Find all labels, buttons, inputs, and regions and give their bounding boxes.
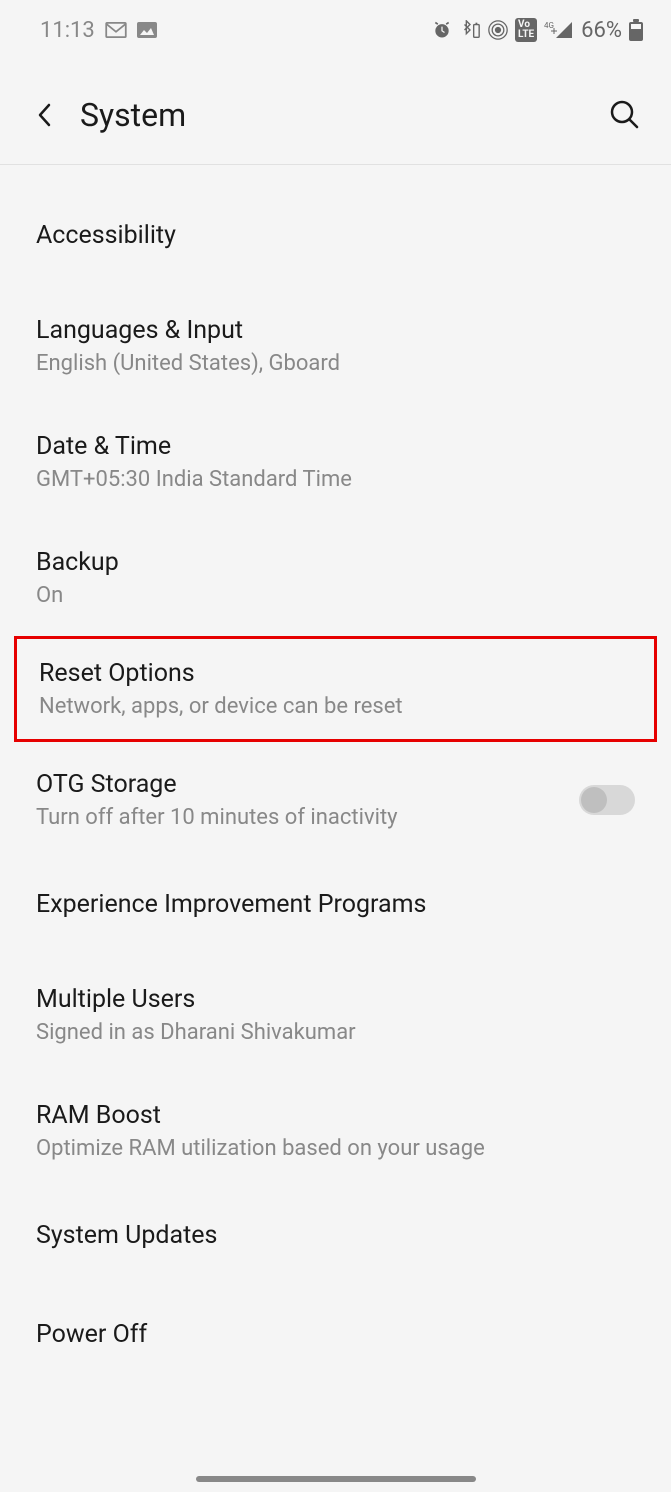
settings-list: Accessibility Languages & Input English … bbox=[0, 165, 671, 1387]
setting-backup[interactable]: Backup On bbox=[0, 520, 671, 636]
setting-ram-boost[interactable]: RAM Boost Optimize RAM utilization based… bbox=[0, 1073, 671, 1189]
setting-accessibility[interactable]: Accessibility bbox=[0, 165, 671, 288]
setting-title: System Updates bbox=[36, 1221, 635, 1250]
back-button[interactable] bbox=[30, 101, 58, 129]
page-header: System bbox=[0, 56, 671, 165]
status-right: VoLTE 4G 66% bbox=[432, 18, 643, 43]
setting-subtitle: Network, apps, or device can be reset bbox=[39, 694, 632, 719]
search-button[interactable] bbox=[609, 99, 641, 131]
setting-multiple-users[interactable]: Multiple Users Signed in as Dharani Shiv… bbox=[0, 957, 671, 1073]
setting-languages[interactable]: Languages & Input English (United States… bbox=[0, 288, 671, 404]
bluetooth-battery-icon bbox=[459, 20, 481, 40]
setting-title: OTG Storage bbox=[36, 770, 559, 799]
setting-title: Languages & Input bbox=[36, 316, 635, 345]
signal-icon: 4G bbox=[544, 20, 574, 40]
setting-subtitle: English (United States), Gboard bbox=[36, 351, 635, 376]
setting-subtitle: Optimize RAM utilization based on your u… bbox=[36, 1136, 635, 1161]
battery-percent: 66% bbox=[581, 18, 622, 43]
setting-power-off[interactable]: Power Off bbox=[0, 1288, 671, 1387]
page-title: System bbox=[80, 96, 609, 134]
setting-experience-programs[interactable]: Experience Improvement Programs bbox=[0, 858, 671, 957]
photos-icon bbox=[137, 22, 157, 38]
nav-indicator[interactable] bbox=[196, 1476, 476, 1482]
alarm-icon bbox=[432, 20, 452, 40]
setting-title: Backup bbox=[36, 548, 635, 577]
volte-icon: VoLTE bbox=[515, 18, 537, 42]
status-time: 11:13 bbox=[40, 18, 95, 43]
status-bar: 11:13 VoLTE 4G 66% bbox=[0, 0, 671, 56]
setting-reset-options[interactable]: Reset Options Network, apps, or device c… bbox=[14, 636, 657, 742]
setting-subtitle: GMT+05:30 India Standard Time bbox=[36, 467, 635, 492]
setting-system-updates[interactable]: System Updates bbox=[0, 1189, 671, 1288]
setting-otg-storage[interactable]: OTG Storage Turn off after 10 minutes of… bbox=[0, 742, 671, 858]
battery-icon bbox=[629, 19, 643, 41]
otg-toggle[interactable] bbox=[579, 785, 635, 815]
toggle-knob bbox=[581, 787, 607, 813]
hotspot-icon bbox=[488, 20, 508, 40]
setting-title: Multiple Users bbox=[36, 985, 635, 1014]
setting-title: Power Off bbox=[36, 1320, 635, 1349]
svg-text:4G: 4G bbox=[544, 21, 554, 30]
setting-title: Date & Time bbox=[36, 432, 635, 461]
setting-title: RAM Boost bbox=[36, 1101, 635, 1130]
setting-subtitle: On bbox=[36, 583, 635, 608]
gmail-icon bbox=[105, 22, 127, 38]
setting-datetime[interactable]: Date & Time GMT+05:30 India Standard Tim… bbox=[0, 404, 671, 520]
setting-title: Reset Options bbox=[39, 659, 632, 688]
status-left: 11:13 bbox=[40, 18, 157, 43]
setting-title: Accessibility bbox=[36, 221, 635, 250]
setting-subtitle: Signed in as Dharani Shivakumar bbox=[36, 1020, 635, 1045]
setting-title: Experience Improvement Programs bbox=[36, 890, 635, 919]
setting-subtitle: Turn off after 10 minutes of inactivity bbox=[36, 805, 559, 830]
